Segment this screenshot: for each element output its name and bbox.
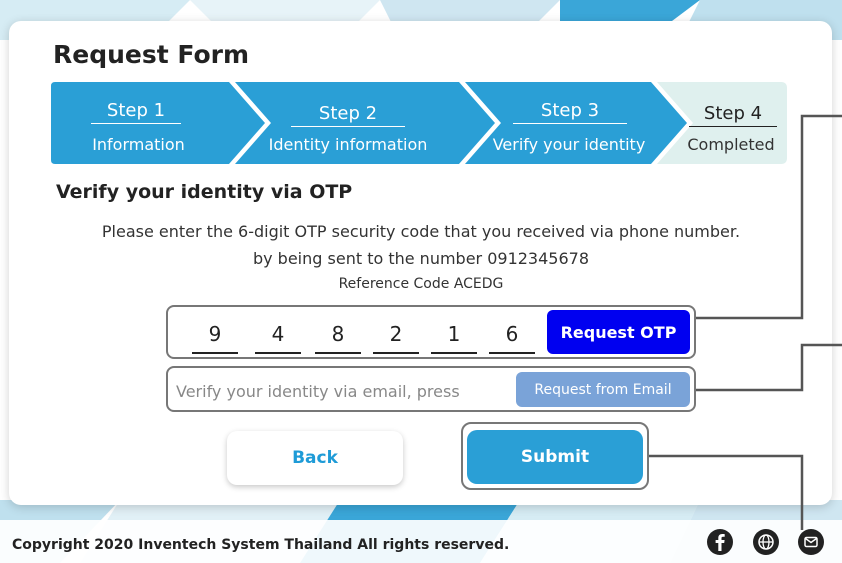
otp-digit-6[interactable]: 6	[489, 322, 535, 346]
request-email-button[interactable]: Request from Email	[516, 372, 690, 407]
back-button[interactable]: Back	[227, 431, 403, 485]
facebook-icon[interactable]	[706, 528, 734, 556]
reference-code: Reference Code ACEDG	[338, 276, 504, 292]
otp-digit-5[interactable]: 1	[431, 322, 477, 346]
globe-icon[interactable]	[752, 528, 780, 556]
otp-digit-4[interactable]: 2	[373, 322, 419, 346]
step-4-title: Step 4	[689, 103, 777, 127]
request-otp-button[interactable]: Request OTP	[547, 310, 690, 354]
submit-button[interactable]: Submit	[467, 430, 643, 484]
stepper: Step 1 Information Step 2 Identity infor…	[51, 82, 787, 164]
step-2-title: Step 2	[291, 103, 405, 127]
step-4-subtitle: Completed	[687, 135, 775, 154]
step-2-subtitle: Identity information	[268, 135, 428, 154]
otp-digit-6-underline	[489, 352, 535, 354]
mail-icon[interactable]	[797, 528, 825, 556]
otp-digit-4-underline	[373, 352, 419, 354]
instruction-line-2: by being sent to the number 0912345678	[252, 249, 590, 268]
otp-digit-1-underline	[192, 352, 238, 354]
otp-digit-1[interactable]: 9	[192, 322, 238, 346]
otp-digit-3-underline	[315, 352, 361, 354]
instruction-line-1: Please enter the 6-digit OTP security co…	[101, 222, 741, 241]
email-verify-prompt: Verify your identity via email, press	[176, 382, 460, 401]
page-title: Request Form	[53, 40, 250, 69]
otp-digit-5-underline	[431, 352, 477, 354]
otp-digit-2[interactable]: 4	[255, 322, 301, 346]
step-1-subtitle: Information	[92, 135, 185, 154]
otp-digit-3[interactable]: 8	[315, 322, 361, 346]
step-3-title: Step 3	[513, 100, 627, 124]
copyright-text: Copyright 2020 Inventech System Thailand…	[12, 537, 510, 553]
step-1-title: Step 1	[91, 100, 181, 124]
section-heading: Verify your identity via OTP	[56, 181, 353, 203]
step-3-subtitle: Verify your identity	[492, 135, 646, 154]
otp-digit-2-underline	[255, 352, 301, 354]
